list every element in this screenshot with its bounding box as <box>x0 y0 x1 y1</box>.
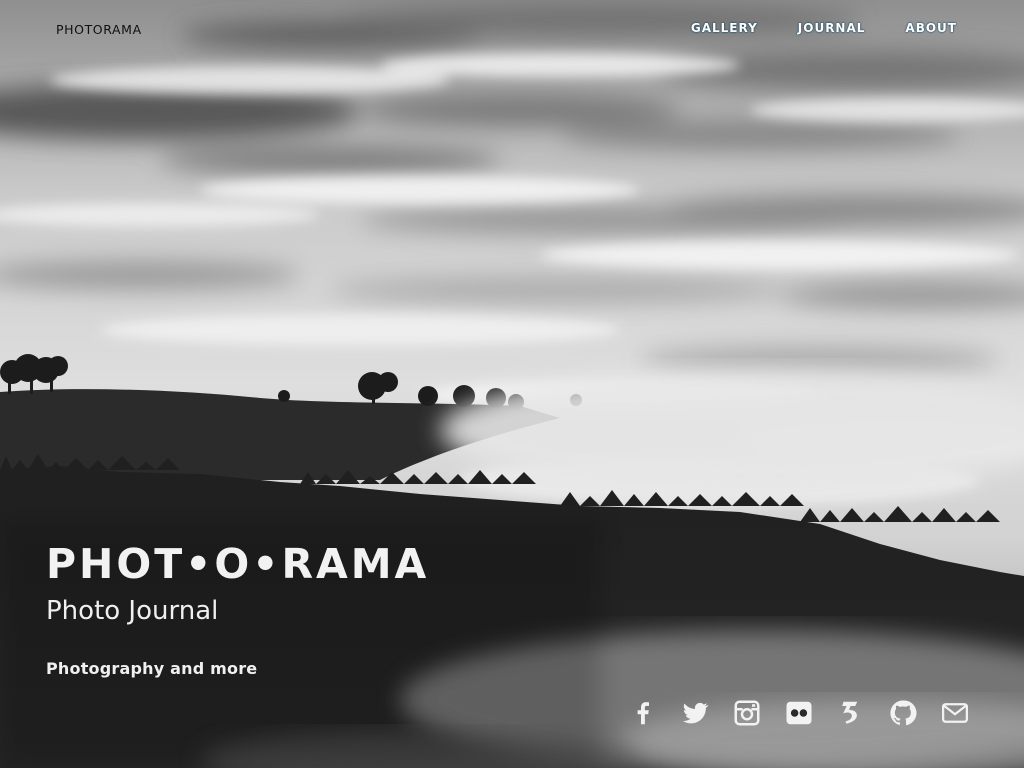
email-link[interactable] <box>937 696 973 730</box>
instagram-icon <box>734 700 760 726</box>
brand-logo-link[interactable]: PHOTORAMA <box>56 22 142 37</box>
facebook-icon <box>637 702 649 725</box>
github-link[interactable] <box>885 696 921 730</box>
instagram-link[interactable] <box>729 696 765 730</box>
nav-link-journal[interactable]: JOURNAL <box>798 21 866 35</box>
500px-icon <box>842 701 858 724</box>
hero-tagline: Photography and more <box>46 659 258 678</box>
hero-background-image <box>0 0 1024 768</box>
twitter-icon <box>683 702 709 724</box>
500px-link[interactable] <box>833 696 869 730</box>
hero-subtitle: Photo Journal <box>46 596 219 626</box>
flickr-link[interactable] <box>781 696 817 730</box>
main-nav: GALLERY JOURNAL ABOUT <box>651 21 957 35</box>
flickr-icon <box>786 701 812 725</box>
hero-title: PHOT•O•RAMA <box>46 540 430 588</box>
nav-link-gallery[interactable]: GALLERY <box>691 21 758 35</box>
twitter-link[interactable] <box>677 696 713 730</box>
email-icon <box>942 703 968 723</box>
facebook-link[interactable] <box>625 696 661 730</box>
nav-link-about[interactable]: ABOUT <box>905 21 957 35</box>
github-icon <box>890 700 917 726</box>
social-links <box>625 696 973 730</box>
